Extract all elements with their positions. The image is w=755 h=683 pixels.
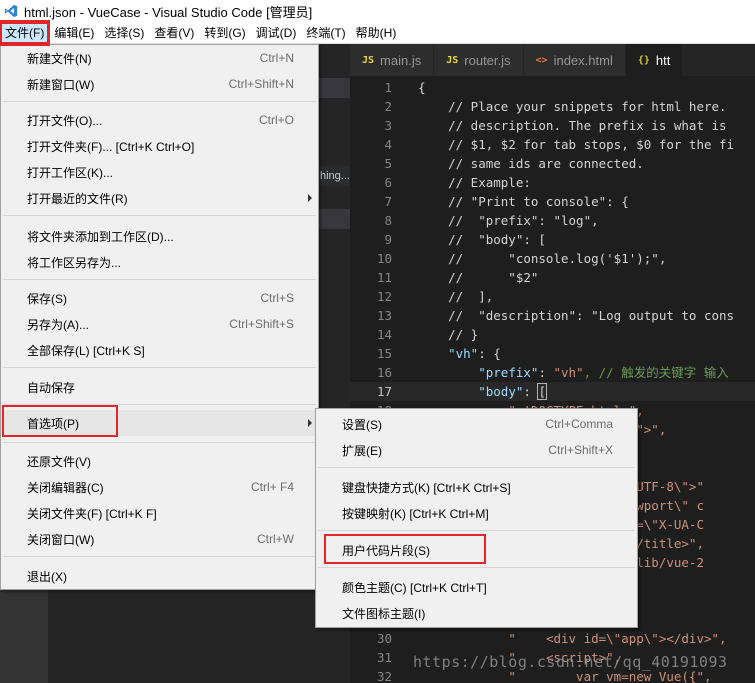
- menu-bar: 文件(F) 编辑(E) 选择(S) 查看(V) 转到(G) 调试(D) 终端(T…: [0, 21, 755, 44]
- menu-item-open-file[interactable]: 打开文件(O)... Ctrl+O: [1, 107, 318, 133]
- menu-go[interactable]: 转到(G): [199, 22, 250, 44]
- menu-item-exit[interactable]: 退出(X): [1, 563, 318, 589]
- file-menu-dropdown: 新建文件(N) Ctrl+N 新建窗口(W) Ctrl+Shift+N 打开文件(O…: [0, 44, 319, 590]
- menu-item-close-folder[interactable]: 关闭文件夹(F) [Ctrl+K F]: [1, 500, 318, 526]
- menu-separator: [318, 567, 635, 568]
- code-line: 14 // }: [376, 327, 479, 342]
- submenu-item-user-snippets[interactable]: 用户代码片段(S): [316, 537, 637, 563]
- code-line: 1{: [384, 80, 426, 95]
- submenu-item-extensions[interactable]: 扩展(E) Ctrl+Shift+X: [316, 437, 637, 463]
- editor-tab-bar: JS main.js JS router.js <> index.html {}…: [350, 44, 755, 76]
- tab-html-json[interactable]: {} htt: [625, 44, 684, 76]
- code-line: 4 // $1, $2 for tab stops, $0 for the fi: [384, 137, 735, 152]
- code-line: 3 // description. The prefix is what is: [384, 118, 735, 133]
- window-title: html.json - VueCase - Visual Studio Code…: [24, 4, 313, 20]
- tab-index-html[interactable]: <> index.html: [523, 44, 626, 76]
- menu-item-add-folder-to-workspace[interactable]: 将文件夹添加到工作区(D)...: [1, 223, 318, 249]
- activity-bar: [0, 590, 48, 683]
- menu-item-revert-file[interactable]: 还原文件(V): [1, 448, 318, 474]
- code-line: 16 "prefix": "vh", // 触发的关键字 输入: [376, 365, 729, 380]
- menu-item-open-workspace[interactable]: 打开工作区(K)...: [1, 159, 318, 185]
- menu-file[interactable]: 文件(F): [0, 21, 50, 44]
- menu-separator: [318, 467, 635, 468]
- code-line: 2 // Place your snippets for html here.: [384, 99, 735, 114]
- json-file-icon: {}: [637, 54, 650, 66]
- menu-debug[interactable]: 调试(D): [251, 22, 302, 44]
- preferences-submenu: 设置(S) Ctrl+Comma 扩展(E) Ctrl+Shift+X 键盘快捷方式…: [315, 408, 638, 628]
- explorer-row[interactable]: hing...: [318, 166, 350, 186]
- explorer-sidebar: [48, 590, 318, 683]
- tab-label: main.js: [380, 52, 422, 68]
- menu-help[interactable]: 帮助(H): [351, 22, 402, 44]
- js-file-icon: JS: [446, 54, 459, 66]
- vscode-logo-icon: [0, 0, 22, 22]
- menu-separator: [3, 442, 316, 443]
- code-line: 6 // Example:: [384, 175, 531, 190]
- code-line: 9 // "body": [: [384, 232, 546, 247]
- menu-item-save-workspace-as[interactable]: 将工作区另存为...: [1, 249, 318, 275]
- html-file-icon: <>: [535, 54, 548, 66]
- code-line: 11 // "$2": [376, 270, 539, 285]
- tab-label: htt: [655, 52, 671, 68]
- menu-separator: [3, 556, 316, 557]
- submenu-item-keymaps[interactable]: 按键映射(K) [Ctrl+K Ctrl+M]: [316, 500, 637, 526]
- submenu-item-settings[interactable]: 设置(S) Ctrl+Comma: [316, 411, 637, 437]
- menu-item-close-editor[interactable]: 关闭编辑器(C) Ctrl+ F4: [1, 474, 318, 500]
- tab-label: index.html: [553, 52, 613, 68]
- menu-item-save-as[interactable]: 另存为(A)... Ctrl+Shift+S: [1, 311, 318, 337]
- menu-edit[interactable]: 编辑(E): [49, 22, 99, 44]
- menu-separator: [3, 101, 316, 102]
- submenu-item-keyboard-shortcuts[interactable]: 键盘快捷方式(K) [Ctrl+K Ctrl+S]: [316, 474, 637, 500]
- menu-terminal[interactable]: 终端(T): [301, 22, 350, 44]
- menu-separator: [3, 215, 316, 216]
- menu-separator: [3, 404, 316, 405]
- code-line: 30 " <div id=\"app\"></div>",: [376, 631, 727, 646]
- menu-item-preferences[interactable]: 首选项(P): [1, 410, 318, 436]
- tab-label: router.js: [464, 52, 511, 68]
- explorer-row[interactable]: [318, 78, 350, 98]
- submenu-arrow-icon: [308, 194, 312, 202]
- menu-item-new-file[interactable]: 新建文件(N) Ctrl+N: [1, 45, 318, 71]
- code-line: 7 // "Print to console": {: [384, 194, 629, 209]
- title-bar: html.json - VueCase - Visual Studio Code…: [0, 0, 755, 22]
- explorer-row[interactable]: [318, 209, 350, 229]
- code-line-current: 17 "body": [: [350, 382, 755, 401]
- menu-item-close-window[interactable]: 关闭窗口(W) Ctrl+W: [1, 526, 318, 552]
- code-line: 8 // "prefix": "log",: [384, 213, 599, 228]
- menu-separator: [318, 530, 635, 531]
- explorer-row-label: hing...: [320, 170, 350, 182]
- tab-main-js[interactable]: JS main.js: [350, 44, 435, 76]
- submenu-item-file-icon-theme[interactable]: 文件图标主题(I): [316, 600, 637, 626]
- menu-item-auto-save[interactable]: 自动保存: [1, 374, 318, 400]
- code-line: 12 // ],: [376, 289, 494, 304]
- tab-router-js[interactable]: JS router.js: [434, 44, 524, 76]
- code-line: 15 "vh": {: [376, 346, 501, 361]
- menu-separator: [3, 367, 316, 368]
- menu-separator: [3, 279, 316, 280]
- menu-item-new-window[interactable]: 新建窗口(W) Ctrl+Shift+N: [1, 71, 318, 97]
- menu-item-save-all[interactable]: 全部保存(L) [Ctrl+K S]: [1, 337, 318, 363]
- menu-selection[interactable]: 选择(S): [99, 22, 149, 44]
- submenu-arrow-icon: [308, 419, 312, 427]
- code-line: 5 // same ids are connected.: [384, 156, 644, 171]
- watermark: https://blog.csdn.net/qq_40191093: [413, 653, 728, 671]
- menu-view[interactable]: 查看(V): [149, 22, 199, 44]
- js-file-icon: JS: [362, 54, 375, 66]
- menu-item-open-recent[interactable]: 打开最近的文件(R): [1, 185, 318, 211]
- menu-item-save[interactable]: 保存(S) Ctrl+S: [1, 285, 318, 311]
- code-line: 13 // "description": "Log output to cons: [376, 308, 735, 323]
- menu-item-open-folder[interactable]: 打开文件夹(F)... [Ctrl+K Ctrl+O]: [1, 133, 318, 159]
- code-line: 10 // "console.log('$1');",: [376, 251, 667, 266]
- submenu-item-color-theme[interactable]: 颜色主题(C) [Ctrl+K Ctrl+T]: [316, 574, 637, 600]
